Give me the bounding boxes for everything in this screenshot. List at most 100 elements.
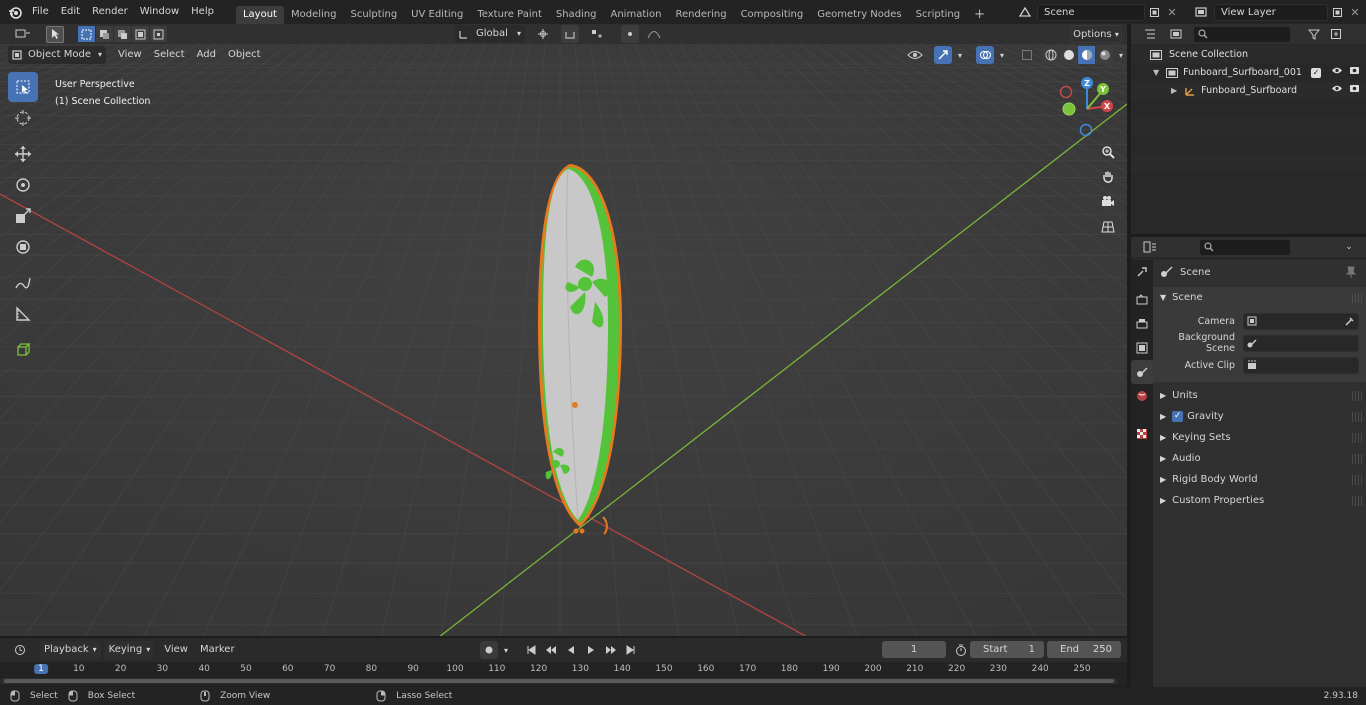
select-box-tool-icon[interactable]	[8, 72, 38, 102]
expand-arrow-icon[interactable]: ▼	[1153, 64, 1159, 82]
move-tool-icon[interactable]	[8, 139, 38, 169]
select-subtract-icon[interactable]	[114, 26, 131, 42]
keying-menu[interactable]: Keying ▾	[104, 641, 155, 659]
prev-keyframe-icon[interactable]	[542, 641, 560, 659]
outliner-row-collection[interactable]: ▼ Funboard_Surfboard_001 ✓	[1131, 64, 1366, 82]
filter-icon[interactable]	[1301, 25, 1327, 43]
render-camera-icon[interactable]	[1349, 64, 1360, 82]
viewport-menu-view[interactable]: View	[112, 45, 148, 65]
panel-keying-sets[interactable]: ▶ Keying Sets	[1153, 427, 1366, 448]
eye-icon[interactable]	[1331, 82, 1343, 100]
stopwatch-icon[interactable]	[952, 641, 970, 659]
display-mode-icon[interactable]	[1163, 25, 1189, 43]
timeline-editor-type-icon[interactable]	[8, 641, 34, 659]
scale-tool-icon[interactable]	[8, 201, 38, 231]
drag-handle-icon[interactable]	[1352, 432, 1362, 443]
visibility-selectability-icon[interactable]	[902, 46, 928, 64]
camera-field[interactable]	[1243, 312, 1359, 330]
snap-toggle-icon[interactable]	[561, 25, 579, 43]
proportional-falloff-icon[interactable]	[643, 25, 665, 43]
scene-name-field[interactable]: Scene	[1037, 3, 1145, 21]
wireframe-shading-icon[interactable]	[1042, 46, 1059, 64]
drag-handle-icon[interactable]	[1352, 292, 1362, 303]
add-workspace-icon[interactable]: +	[967, 6, 992, 24]
active-tool-select-icon[interactable]	[46, 25, 64, 43]
world-tab-icon[interactable]	[1131, 384, 1153, 408]
menu-file[interactable]: File	[26, 2, 55, 22]
tab-animation[interactable]: Animation	[604, 6, 669, 24]
outliner-search-input[interactable]	[1193, 25, 1291, 43]
record-options-chevron-icon[interactable]: ▾	[500, 641, 512, 659]
texture-tab-icon[interactable]	[1131, 422, 1153, 446]
rendered-shading-icon[interactable]	[1096, 46, 1113, 64]
end-frame-field[interactable]: End 250	[1047, 641, 1121, 658]
snap-target-icon[interactable]	[583, 25, 611, 43]
eye-icon[interactable]	[1331, 64, 1343, 82]
annotate-tool-icon[interactable]	[8, 268, 38, 298]
playback-menu[interactable]: Playback ▾	[40, 641, 101, 659]
record-icon[interactable]	[480, 641, 498, 659]
active-clip-field[interactable]	[1243, 356, 1359, 374]
menu-help[interactable]: Help	[185, 2, 220, 22]
tab-layout[interactable]: Layout	[235, 6, 284, 24]
add-cube-tool-icon[interactable]	[8, 335, 38, 365]
gravity-checkbox[interactable]: ✓	[1172, 411, 1184, 422]
measure-tool-icon[interactable]	[8, 299, 38, 329]
tab-uv-editing[interactable]: UV Editing	[404, 6, 470, 24]
panel-gravity[interactable]: ▶ ✓ Gravity	[1153, 406, 1366, 427]
new-collection-icon[interactable]	[1327, 25, 1345, 43]
timeline-area[interactable]: 1 10 20 30 40 50 60 70 80 90 100 110 120 130 140 150 160…	[0, 662, 1127, 686]
jump-end-icon[interactable]	[622, 641, 640, 659]
material-preview-shading-icon[interactable]	[1078, 46, 1095, 64]
exclude-checkbox-icon[interactable]: ✓	[1311, 68, 1321, 78]
show-overlays-icon[interactable]	[976, 46, 994, 64]
xray-toggle-icon[interactable]	[1018, 46, 1036, 64]
object-mode-dropdown[interactable]: Object Mode ▾	[8, 46, 106, 64]
solid-shading-icon[interactable]	[1060, 46, 1077, 64]
eyedropper-icon[interactable]	[1344, 316, 1354, 326]
drag-handle-icon[interactable]	[1352, 411, 1362, 422]
tab-texture-paint[interactable]: Texture Paint	[470, 6, 549, 24]
select-extend-icon[interactable]	[96, 26, 113, 42]
options-dropdown[interactable]: Options ▾	[1070, 25, 1122, 43]
background-scene-field[interactable]	[1243, 334, 1359, 352]
tab-scripting[interactable]: Scripting	[909, 6, 967, 24]
panel-units[interactable]: ▶ Units	[1153, 385, 1366, 406]
start-frame-field[interactable]: Start 1	[970, 641, 1044, 658]
expand-arrow-icon[interactable]: ▶	[1171, 82, 1177, 100]
drag-handle-icon[interactable]	[1352, 474, 1362, 485]
navigation-gizmo[interactable]: Z Y X	[1052, 74, 1122, 144]
scene-section-header[interactable]: ▼ Scene	[1153, 287, 1366, 308]
jump-start-icon[interactable]	[522, 641, 540, 659]
timeline-scroll-thumb[interactable]	[4, 679, 1114, 683]
scene-tab-icon[interactable]	[1131, 360, 1153, 384]
viewport-menu-add[interactable]: Add	[191, 45, 222, 65]
play-reverse-icon[interactable]	[562, 641, 580, 659]
pin-icon[interactable]	[1346, 266, 1356, 278]
tool-tab-icon[interactable]	[1131, 260, 1153, 284]
menu-window[interactable]: Window	[134, 2, 185, 22]
current-frame-field[interactable]: 1	[882, 641, 946, 658]
render-camera-icon[interactable]	[1349, 82, 1360, 100]
select-intersect-icon[interactable]	[150, 26, 167, 42]
new-scene-icon[interactable]	[1145, 3, 1163, 21]
timeline-scrollbar[interactable]	[0, 678, 1118, 684]
tab-rendering[interactable]: Rendering	[668, 6, 733, 24]
timeline-ruler[interactable]: 1 10 20 30 40 50 60 70 80 90 100 110 120 130 140 150 160…	[0, 662, 1127, 678]
outliner-editor-type-icon[interactable]	[1137, 25, 1163, 43]
3d-viewport[interactable]: User Perspective (1) Scene Collection Z …	[0, 44, 1127, 636]
drag-handle-icon[interactable]	[1352, 453, 1362, 464]
scene-icon[interactable]	[1013, 3, 1037, 21]
transform-tool-icon[interactable]	[8, 232, 38, 262]
playhead-frame-marker[interactable]: 1	[34, 664, 48, 674]
rotate-tool-icon[interactable]	[8, 170, 38, 200]
perspective-toggle-icon[interactable]	[1097, 216, 1119, 238]
menu-edit[interactable]: Edit	[55, 2, 86, 22]
view-layer-name-field[interactable]: View Layer	[1214, 3, 1328, 21]
panel-custom-properties[interactable]: ▶ Custom Properties	[1153, 490, 1366, 511]
new-view-layer-icon[interactable]	[1328, 3, 1346, 21]
show-gizmo-icon[interactable]	[934, 46, 952, 64]
pan-hand-icon[interactable]	[1097, 166, 1119, 188]
transform-orientation-dropdown[interactable]: Global ▾	[455, 25, 525, 43]
outliner-row-scene-collection[interactable]: Scene Collection	[1131, 46, 1366, 64]
